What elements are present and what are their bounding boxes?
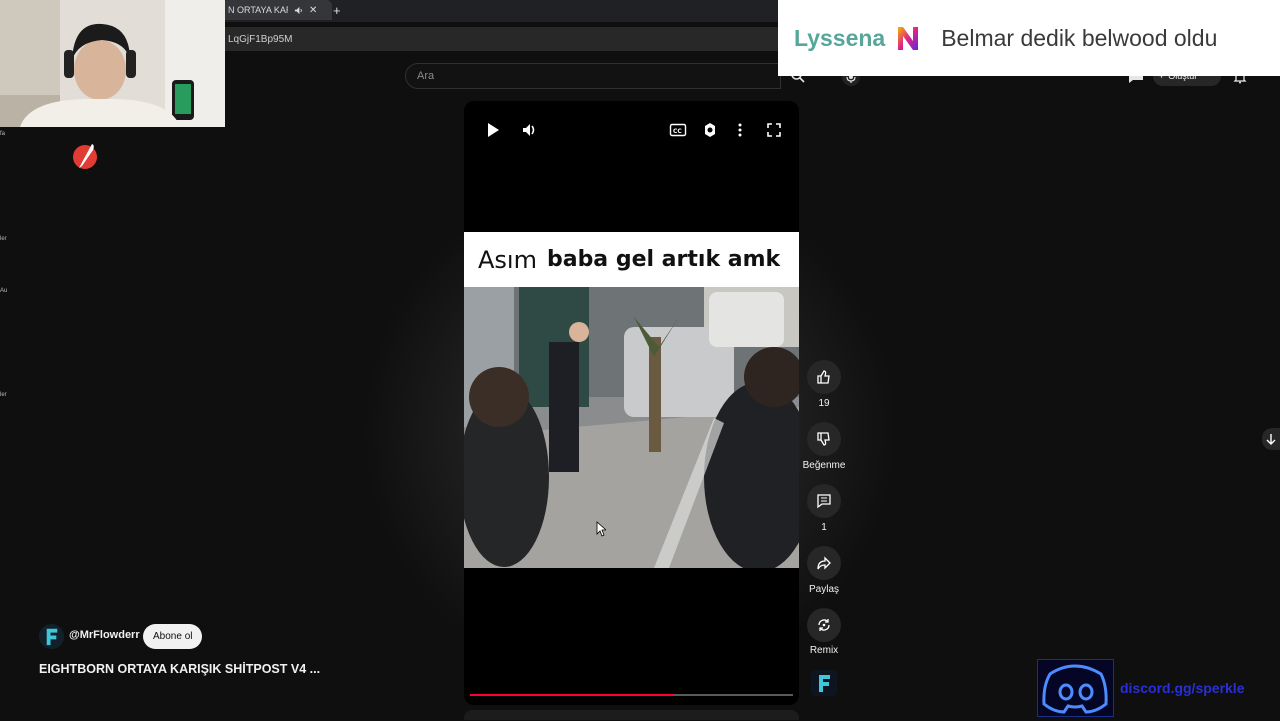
svg-text:CC: CC	[673, 128, 682, 135]
progress-fill	[470, 694, 674, 696]
next-short-preview[interactable]	[464, 710, 799, 720]
next-video-button[interactable]	[1262, 428, 1280, 450]
streamer-image	[0, 0, 225, 127]
arrow-down-icon	[1266, 434, 1276, 445]
sidebar-item[interactable]: ler	[0, 236, 7, 242]
thumbs-down-icon	[817, 432, 830, 446]
shorts-player[interactable]: CC Asım baba gel artık amk	[464, 101, 799, 705]
search-placeholder: Ara	[417, 70, 435, 82]
speaker-icon[interactable]	[294, 6, 303, 15]
channel-handle[interactable]: @MrFlowderr	[69, 629, 140, 641]
thumbs-up-icon	[817, 370, 830, 384]
share-button[interactable]	[807, 546, 841, 580]
address-bar[interactable]: LqGjF1Bp95M	[222, 27, 778, 51]
chat-overlay-banner: Lyssena Belmar dedik belwood oldu	[778, 0, 1280, 76]
chat-message: Belmar dedik belwood oldu	[941, 24, 1218, 51]
badge-icon	[898, 27, 919, 50]
sidebar-item[interactable]: fa	[0, 131, 5, 137]
volume-icon[interactable]	[521, 121, 539, 139]
sidebar-item[interactable]: Au	[0, 288, 7, 294]
comment-count: 1	[821, 522, 827, 533]
more-options-icon[interactable]	[731, 121, 749, 139]
fullscreen-icon[interactable]	[765, 121, 783, 139]
remix-button[interactable]	[807, 608, 841, 642]
channel-logo-icon	[811, 670, 837, 696]
search-input[interactable]: Ara	[405, 63, 781, 89]
discord-icon	[1042, 664, 1108, 714]
video-title[interactable]: EIGHTBORN ORTAYA KARIŞIK SHİTPOST V4 ...	[39, 662, 320, 676]
discord-logo	[1037, 659, 1114, 717]
play-icon[interactable]	[484, 121, 502, 139]
video-caption-bar: Asım baba gel artık amk	[464, 232, 799, 287]
discord-link: discord.gg/sperkle	[1120, 680, 1245, 696]
tab-title: N ORTAYA KARIŞ	[228, 5, 288, 15]
video-frame	[464, 287, 799, 568]
captions-icon[interactable]: CC	[669, 121, 687, 139]
chat-username: Lyssena	[794, 24, 886, 51]
comment-icon	[817, 494, 831, 509]
comments-button[interactable]	[807, 484, 841, 518]
progress-bar[interactable]	[470, 694, 793, 696]
caption-text: baba gel artık amk	[546, 247, 781, 272]
sidebar-item[interactable]: ler	[0, 392, 7, 398]
dislike-label: Beğenme	[802, 460, 846, 471]
settings-icon[interactable]	[701, 121, 719, 139]
channel-avatar[interactable]	[39, 624, 64, 649]
like-button[interactable]	[807, 360, 841, 394]
like-count: 19	[818, 398, 830, 409]
subscribe-button[interactable]: Abone ol	[143, 624, 203, 649]
share-icon	[817, 556, 831, 570]
remix-icon	[818, 619, 830, 631]
webcam-feed	[0, 0, 225, 127]
dislike-button[interactable]	[807, 422, 841, 456]
remix-label: Remix	[809, 645, 839, 656]
feather-logo-icon	[73, 144, 97, 169]
url-text: LqGjF1Bp95M	[228, 33, 293, 45]
new-tab-icon[interactable]: +	[333, 3, 341, 18]
browser-tab[interactable]: N ORTAYA KARIŞ ✕	[222, 0, 332, 20]
caption-speaker: Asım	[478, 245, 537, 274]
channel-logo-icon	[39, 624, 64, 649]
mouse-cursor-icon	[596, 521, 606, 537]
channel-thumbnail[interactable]	[811, 670, 837, 696]
share-label: Paylaş	[808, 584, 839, 595]
close-icon[interactable]: ✕	[309, 5, 317, 16]
